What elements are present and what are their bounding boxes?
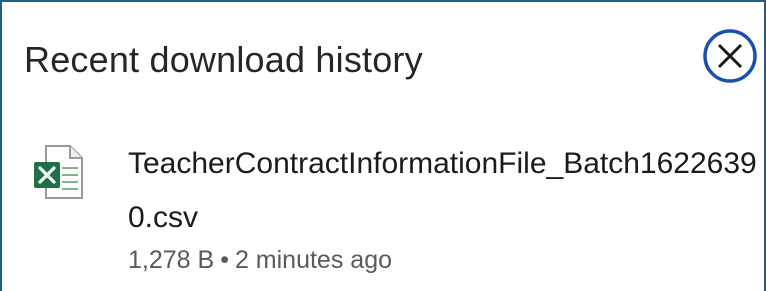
file-size: 1,278 B: [128, 246, 215, 274]
panel-title: Recent download history: [24, 39, 423, 80]
file-meta: 1,278 B • 2 minutes ago: [128, 243, 392, 277]
download-time: 2 minutes ago: [234, 246, 392, 274]
file-name-link[interactable]: TeacherContractInformationFile_Batch1622…: [128, 137, 760, 245]
download-history-panel: Recent download history TeacherContractI…: [0, 0, 766, 291]
excel-file-icon: [32, 144, 84, 200]
close-circle-icon: [703, 29, 757, 83]
meta-separator: •: [220, 246, 229, 274]
close-button[interactable]: [702, 28, 758, 84]
